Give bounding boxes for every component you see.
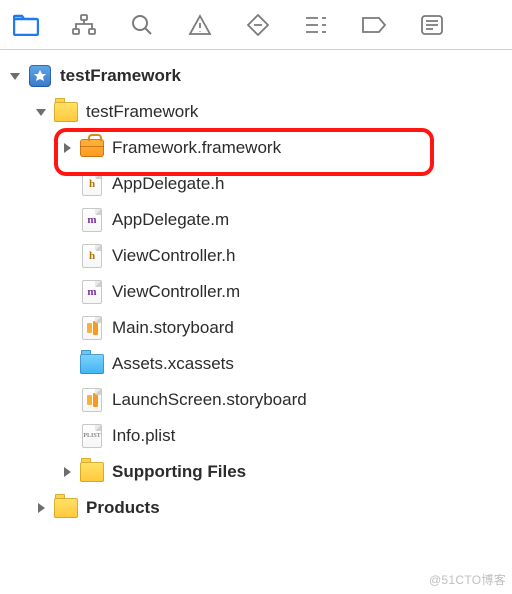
- file-label: AppDelegate.h: [112, 174, 224, 194]
- folder-icon: [54, 496, 78, 520]
- folder-icon: [54, 100, 78, 124]
- products-label: Products: [86, 498, 160, 518]
- debug-navigator-tab[interactable]: [298, 7, 334, 43]
- file-label: AppDelegate.m: [112, 210, 229, 230]
- file-label: ViewController.h: [112, 246, 235, 266]
- file-row-viewcontroller-h[interactable]: h ViewController.h: [0, 238, 512, 274]
- file-label: LaunchScreen.storyboard: [112, 390, 307, 410]
- header-file-icon: h: [80, 244, 104, 268]
- breakpoint-navigator-tab[interactable]: [356, 7, 392, 43]
- project-navigator-tab[interactable]: [8, 7, 44, 43]
- report-navigator-tab[interactable]: [414, 7, 450, 43]
- file-label: Supporting Files: [112, 462, 246, 482]
- file-row-viewcontroller-m[interactable]: m ViewController.m: [0, 274, 512, 310]
- file-row-launchscreen[interactable]: LaunchScreen.storyboard: [0, 382, 512, 418]
- disclosure-triangle-right-icon[interactable]: [60, 141, 74, 155]
- issue-navigator-tab[interactable]: [182, 7, 218, 43]
- assets-folder-icon: [80, 352, 104, 376]
- project-root-row[interactable]: testFramework: [0, 58, 512, 94]
- implementation-file-icon: m: [80, 280, 104, 304]
- disclosure-triangle-right-icon[interactable]: [34, 501, 48, 515]
- header-file-icon: h: [80, 172, 104, 196]
- group-folder-row[interactable]: testFramework: [0, 94, 512, 130]
- project-tree: testFramework testFramework Framework.fr…: [0, 50, 512, 526]
- storyboard-file-icon: [80, 388, 104, 412]
- plist-file-icon: PLIST: [80, 424, 104, 448]
- framework-toolbox-icon: [80, 136, 104, 160]
- file-label: ViewController.m: [112, 282, 240, 302]
- file-row-appdelegate-h[interactable]: h AppDelegate.h: [0, 166, 512, 202]
- folder-row-supporting-files[interactable]: Supporting Files: [0, 454, 512, 490]
- folder-icon: [80, 460, 104, 484]
- file-row-appdelegate-m[interactable]: m AppDelegate.m: [0, 202, 512, 238]
- file-row-main-storyboard[interactable]: Main.storyboard: [0, 310, 512, 346]
- folder-row-products[interactable]: Products: [0, 490, 512, 526]
- xcode-project-icon: [28, 64, 52, 88]
- find-navigator-tab[interactable]: [124, 7, 160, 43]
- source-control-navigator-tab[interactable]: [66, 7, 102, 43]
- file-row-framework[interactable]: Framework.framework: [0, 130, 512, 166]
- watermark-text: @51CTO博客: [429, 571, 506, 588]
- file-row-infoplist[interactable]: PLIST Info.plist: [0, 418, 512, 454]
- file-row-assets[interactable]: Assets.xcassets: [0, 346, 512, 382]
- disclosure-triangle-down-icon[interactable]: [8, 69, 22, 83]
- implementation-file-icon: m: [80, 208, 104, 232]
- storyboard-file-icon: [80, 316, 104, 340]
- disclosure-triangle-right-icon[interactable]: [60, 465, 74, 479]
- navigator-toolbar: [0, 0, 512, 50]
- file-label: Assets.xcassets: [112, 354, 234, 374]
- group-name-label: testFramework: [86, 102, 198, 122]
- project-name-label: testFramework: [60, 66, 181, 86]
- file-label: Info.plist: [112, 426, 175, 446]
- disclosure-triangle-down-icon[interactable]: [34, 105, 48, 119]
- file-label: Framework.framework: [112, 138, 281, 158]
- file-label: Main.storyboard: [112, 318, 234, 338]
- test-navigator-tab[interactable]: [240, 7, 276, 43]
